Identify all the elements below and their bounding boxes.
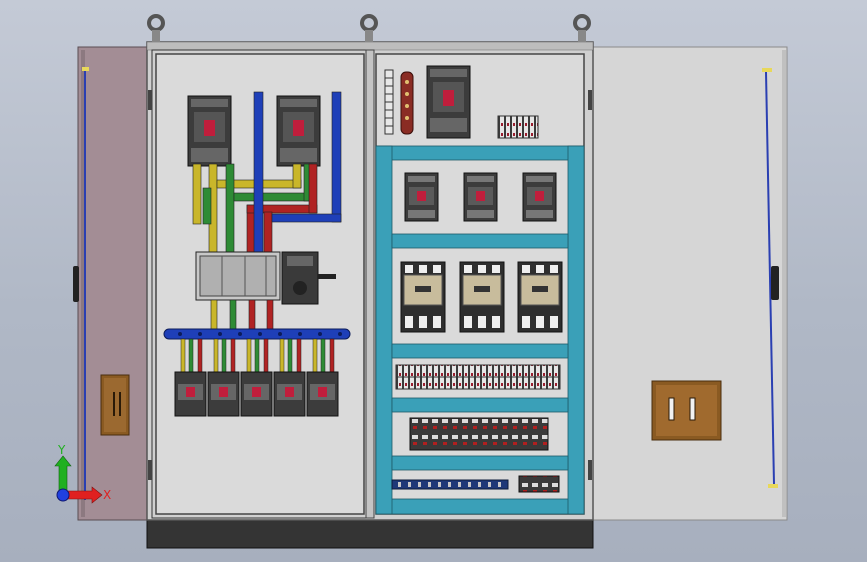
left-door [73,46,149,521]
motor-breakers [404,172,557,222]
control-terminals [497,115,539,139]
relay-block-row [409,417,549,451]
electrical-cabinet-drawing: Y X [54,14,788,549]
relay-terminal-row [395,364,561,390]
handle-icon[interactable] [771,266,779,300]
branch-breakers [174,371,339,417]
document-pocket-left [100,374,130,436]
lifting-eye-icon [147,14,591,32]
right-door [591,46,788,521]
document-pocket-right [651,380,722,441]
origin-marker [56,488,70,502]
neutral-busbar [163,328,351,340]
contactors [400,261,563,333]
cabinet-plinth [146,519,594,549]
main-breaker-1 [187,95,232,167]
terminal-strip-vertical [384,69,394,135]
main-breaker-2 [276,95,321,167]
axis-label-x: X [103,488,111,502]
transfer-switch [195,251,336,305]
incoming-breaker [426,65,471,139]
axis-label-y: Y [57,443,66,457]
earth-busbar [400,71,414,135]
